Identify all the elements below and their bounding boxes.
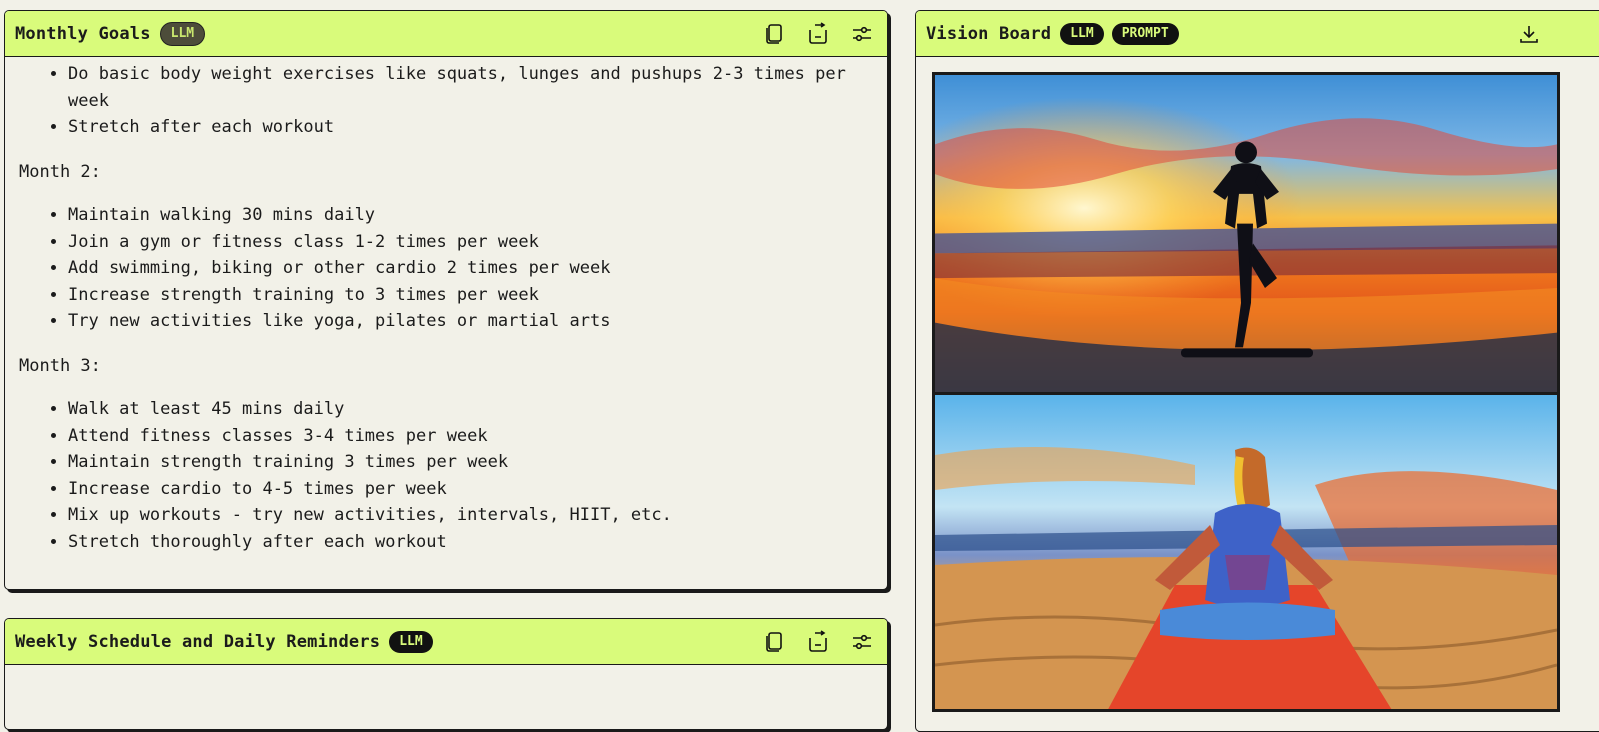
vision-board-image	[932, 72, 1560, 712]
sliders-icon[interactable]	[847, 19, 877, 49]
panel-title: Monthly Goals	[15, 23, 151, 44]
weekly-schedule-panel: Weekly Schedule and Daily Reminders LLM	[4, 618, 888, 730]
header-actions	[759, 19, 877, 49]
list-item: Mix up workouts - try new activities, in…	[68, 502, 873, 529]
prompt-badge[interactable]: PROMPT	[1111, 22, 1179, 45]
list-item: Do basic body weight exercises like squa…	[68, 61, 873, 114]
panel-title: Vision Board	[926, 23, 1052, 44]
sunset-standing-image	[935, 75, 1557, 395]
month1-list: Do basic body weight exercises like squa…	[19, 61, 873, 141]
month2-list: Maintain walking 30 mins daily Join a gy…	[19, 202, 873, 335]
vision-board-header: Vision Board LLM PROMPT	[916, 11, 1599, 57]
month3-list: Walk at least 45 mins daily Attend fitne…	[19, 396, 873, 555]
copy-icon[interactable]	[759, 19, 789, 49]
copy-icon[interactable]	[759, 627, 789, 657]
header-actions	[759, 627, 877, 657]
llm-badge[interactable]: LLM	[389, 630, 433, 653]
list-item: Maintain strength training 3 times per w…	[68, 449, 873, 476]
list-item: Attend fitness classes 3-4 times per wee…	[68, 423, 873, 450]
list-item: Stretch thoroughly after each workout	[68, 529, 873, 556]
list-item: Try new activities like yoga, pilates or…	[68, 308, 873, 335]
download-icon[interactable]	[1514, 19, 1544, 49]
sliders-icon[interactable]	[847, 627, 877, 657]
share-icon[interactable]	[803, 19, 833, 49]
list-item: Maintain walking 30 mins daily	[68, 202, 873, 229]
header-actions	[1514, 19, 1544, 49]
vision-board-panel: Vision Board LLM PROMPT	[915, 10, 1599, 732]
list-item: Increase cardio to 4-5 times per week	[68, 476, 873, 503]
month2-heading: Month 2:	[19, 161, 101, 182]
list-item: Add swimming, biking or other cardio 2 t…	[68, 255, 873, 282]
meditation-image	[935, 395, 1557, 709]
list-item: Join a gym or fitness class 1-2 times pe…	[68, 229, 873, 256]
monthly-goals-content: Do basic body weight exercises like squa…	[5, 61, 887, 555]
monthly-goals-panel: Monthly Goals LLM Do basic body weight e…	[4, 10, 888, 590]
share-icon[interactable]	[803, 627, 833, 657]
weekly-schedule-header: Weekly Schedule and Daily Reminders LLM	[5, 619, 887, 665]
month3-heading: Month 3:	[19, 355, 101, 376]
llm-badge[interactable]: LLM	[159, 21, 206, 46]
list-item: Stretch after each workout	[68, 114, 873, 141]
list-item: Walk at least 45 mins daily	[68, 396, 873, 423]
llm-badge[interactable]: LLM	[1060, 22, 1104, 45]
list-item: Increase strength training to 3 times pe…	[68, 282, 873, 309]
panel-title: Weekly Schedule and Daily Reminders	[15, 631, 381, 652]
monthly-goals-header: Monthly Goals LLM	[5, 11, 887, 57]
